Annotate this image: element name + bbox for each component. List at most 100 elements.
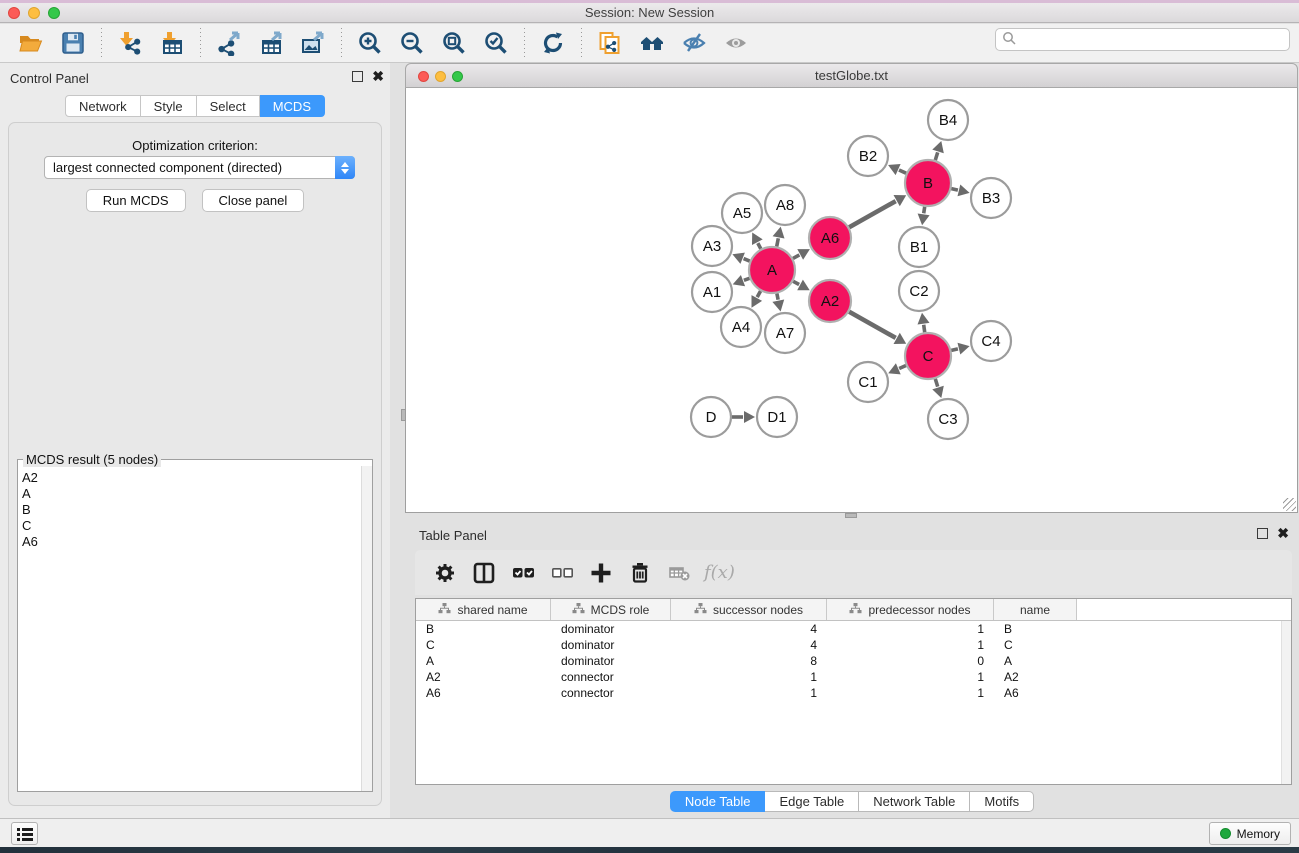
table-row[interactable]: A6connector11A6 [416,685,1291,701]
edge-A-A8[interactable] [777,238,779,246]
export-table-icon[interactable] [256,28,286,58]
import-network-icon[interactable] [115,28,145,58]
edge-A-A5[interactable] [758,243,761,249]
table-scrollbar[interactable] [1281,621,1291,784]
hide-selected-icon[interactable] [679,28,709,58]
table-toolbar: f(x) [415,550,1292,595]
mcds-result-item[interactable]: C [22,518,361,534]
column-header-successor-nodes[interactable]: successor nodes [671,599,827,620]
edge-A6-B[interactable] [849,201,896,227]
column-header-name[interactable]: name [994,599,1077,620]
show-columns-icon[interactable] [470,559,498,587]
float-panel-icon[interactable] [352,71,363,82]
edge-C-C1[interactable] [899,366,906,369]
network-from-selection-icon[interactable] [595,28,625,58]
edge-C-C4[interactable] [951,349,958,351]
mcds-result-item[interactable]: B [22,502,361,518]
task-history-button[interactable] [11,822,38,845]
table-cell: A6 [994,685,1077,701]
criterion-value: largest connected component (directed) [45,160,335,175]
graph-node-label-D1: D1 [767,409,786,426]
edge-A-A7[interactable] [777,294,778,300]
panel-collapse-handle-left[interactable] [401,409,406,421]
network-minimize-button[interactable] [435,71,446,82]
toolbar-separator [200,28,201,58]
apply-layout-icon[interactable] [538,28,568,58]
select-all-columns-icon[interactable] [509,559,537,587]
tab-mcds[interactable]: MCDS [260,95,325,117]
table-mode-gear-icon[interactable] [431,559,459,587]
tab-network-table[interactable]: Network Table [859,791,970,812]
tab-node-table[interactable]: Node Table [670,791,766,812]
mcds-result-item[interactable]: A [22,486,361,502]
close-window-button[interactable] [8,7,20,19]
table-cell: 1 [827,685,994,701]
zoom-out-icon[interactable] [397,28,427,58]
tab-style[interactable]: Style [141,95,197,117]
search-input[interactable] [1017,30,1289,49]
table-row[interactable]: A2connector11A2 [416,669,1291,685]
edge-A-A1[interactable] [744,278,750,280]
edge-B-B1[interactable] [924,207,925,214]
zoom-window-button[interactable] [48,7,60,19]
mcds-result-item[interactable]: A2 [22,470,361,486]
tab-motifs[interactable]: Motifs [970,791,1034,812]
mcds-result-item[interactable]: A6 [22,534,361,550]
criterion-dropdown[interactable]: largest connected component (directed) [44,156,355,179]
edge-B-B2[interactable] [899,170,906,173]
graph-node-label-A5: A5 [733,205,751,222]
column-type-icon [694,603,707,617]
column-header-predecessor-nodes[interactable]: predecessor nodes [827,599,994,620]
save-session-icon[interactable] [58,28,88,58]
minimize-window-button[interactable] [28,7,40,19]
zoom-selected-icon[interactable] [481,28,511,58]
run-mcds-button[interactable]: Run MCDS [86,189,186,212]
tab-select[interactable]: Select [197,95,260,117]
open-file-icon[interactable] [16,28,46,58]
close-panel-icon[interactable]: ✖ [372,71,384,82]
edge-arrow-icon [958,185,970,197]
edge-B-B4[interactable] [935,152,937,160]
table-row[interactable]: Bdominator41B [416,621,1291,637]
close-panel-button[interactable]: Close panel [202,189,305,212]
panel-collapse-handle-bottom[interactable] [845,513,857,518]
float-table-panel-icon[interactable] [1257,528,1268,539]
first-neighbors-icon[interactable] [637,28,667,58]
graph-node-label-A7: A7 [776,325,794,342]
unselect-all-columns-icon[interactable] [548,559,576,587]
graph-node-label-C2: C2 [909,283,928,300]
edge-A2-C[interactable] [849,312,896,338]
dropdown-stepper-icon [335,156,355,179]
edge-C-C3[interactable] [935,379,937,387]
table-row[interactable]: Adominator80A [416,653,1291,669]
export-image-icon[interactable] [298,28,328,58]
import-table-icon[interactable] [157,28,187,58]
column-header-shared-name[interactable]: shared name [416,599,551,620]
table-panel: Table Panel ✖ f(x) shared nameMCDS roles… [405,520,1299,818]
table-cell: 1 [827,637,994,653]
create-column-icon[interactable] [587,559,615,587]
table-row[interactable]: Cdominator41C [416,637,1291,653]
edge-A-A3[interactable] [744,259,750,262]
close-table-panel-icon[interactable]: ✖ [1277,528,1289,539]
zoom-in-icon[interactable] [355,28,385,58]
table-cell: A2 [994,669,1077,685]
edge-A-A2[interactable] [793,281,799,284]
edge-B-B3[interactable] [951,189,958,191]
network-close-button[interactable] [418,71,429,82]
tab-network[interactable]: Network [65,95,141,117]
network-canvas[interactable]: AA6A2BCA1A3A4A5A7A8B1B2B3B4C1C2C3C4DD1 [405,88,1298,513]
window-resize-grip[interactable] [1283,498,1296,511]
memory-button[interactable]: Memory [1209,822,1291,845]
column-header-MCDS-role[interactable]: MCDS role [551,599,671,620]
edge-C-C2[interactable] [924,325,925,333]
tab-edge-table[interactable]: Edge Table [765,791,859,812]
edge-A-A4[interactable] [757,291,760,297]
edge-A-A6[interactable] [793,255,799,259]
delete-columns-icon[interactable] [626,559,654,587]
result-scrollbar[interactable] [361,466,372,791]
graph-node-label-A8: A8 [776,197,794,214]
export-network-icon[interactable] [214,28,244,58]
zoom-fit-icon[interactable] [439,28,469,58]
network-zoom-button[interactable] [452,71,463,82]
